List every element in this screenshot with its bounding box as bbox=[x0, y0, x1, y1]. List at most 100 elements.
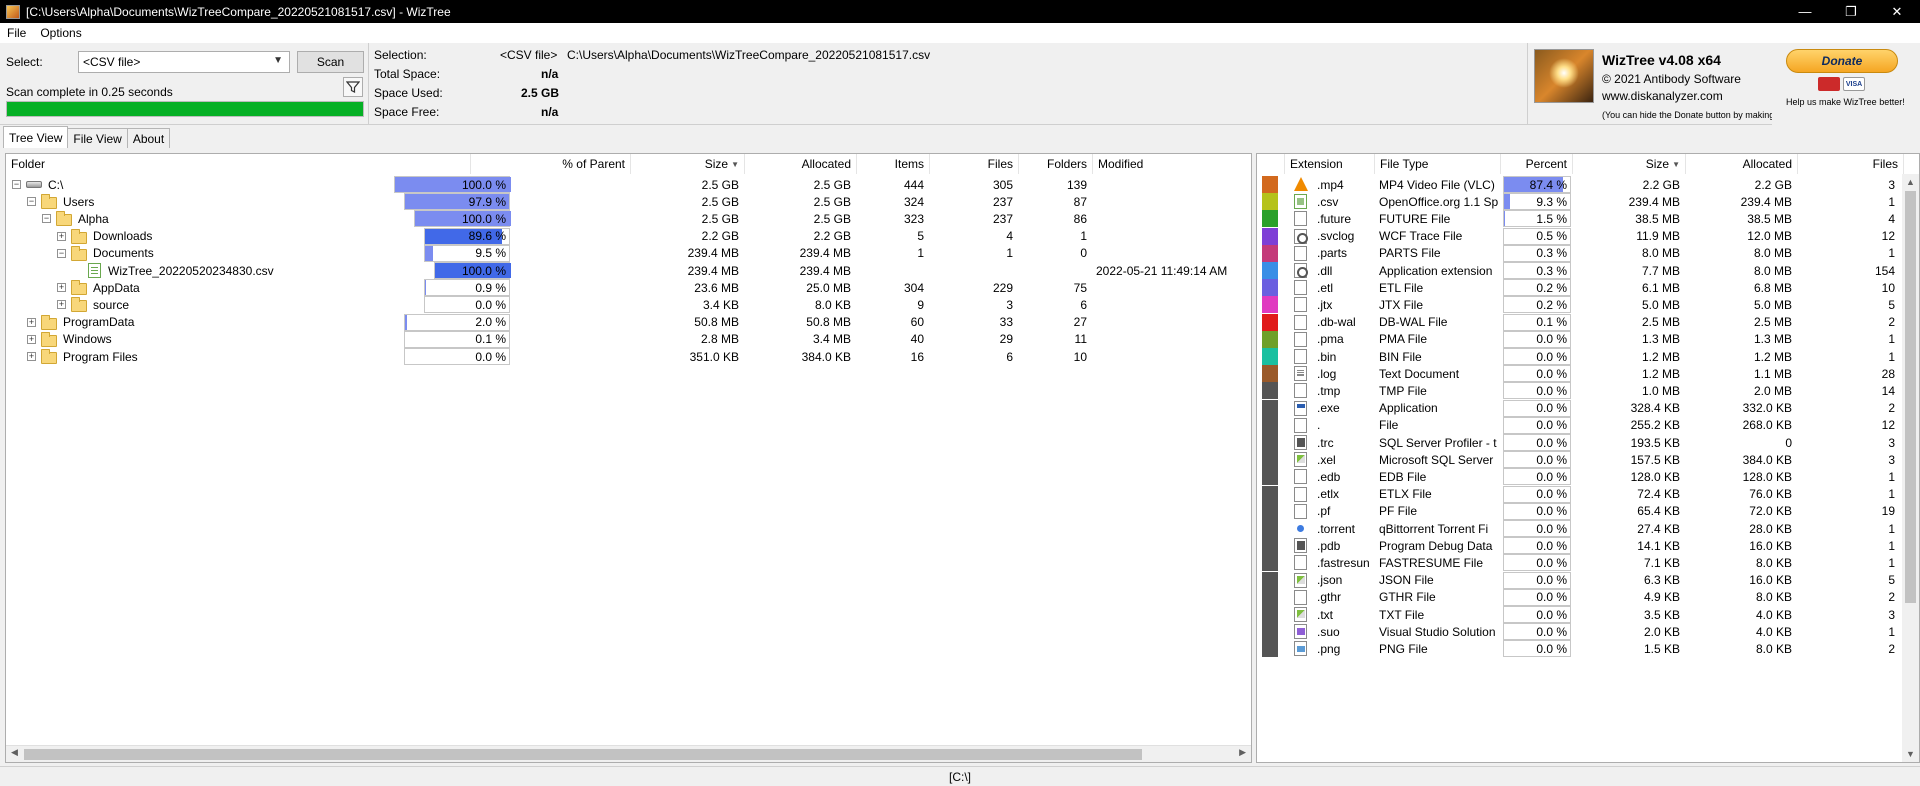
filter-button[interactable] bbox=[343, 77, 363, 97]
minimize-button[interactable]: — bbox=[1782, 0, 1828, 23]
extension-table: Extension File Type Percent Size ▼ Alloca… bbox=[1256, 153, 1920, 763]
scan-progress-fill bbox=[7, 102, 363, 116]
col-header-size[interactable]: Size ▼ bbox=[631, 154, 745, 174]
expand-icon[interactable]: + bbox=[57, 300, 66, 310]
extension-percent: 0.0 % bbox=[1536, 624, 1567, 639]
collapse-icon[interactable]: − bbox=[57, 248, 66, 258]
horizontal-scrollbar[interactable]: ◀ ▶ bbox=[6, 745, 1251, 762]
percent-of-parent: 0.0 % bbox=[475, 297, 506, 312]
extension-percent: 0.0 % bbox=[1536, 555, 1567, 570]
total-space-value: n/a bbox=[541, 67, 559, 81]
col-header-percent[interactable]: Percent bbox=[1501, 154, 1573, 174]
percent-fill bbox=[1504, 211, 1505, 227]
percent-fill bbox=[405, 314, 407, 330]
col-header-modified[interactable]: Modified bbox=[1093, 154, 1251, 174]
col-header-size-label: Size bbox=[704, 157, 729, 171]
col-header-pct-parent[interactable]: % of Parent bbox=[471, 154, 631, 174]
collapse-icon[interactable]: − bbox=[12, 180, 21, 189]
website-link[interactable]: www.diskanalyzer.com bbox=[1602, 89, 1723, 103]
col-header-allocated[interactable]: Allocated bbox=[745, 154, 857, 174]
extension-percent: 9.3 % bbox=[1536, 194, 1567, 209]
maximize-button[interactable]: ❐ bbox=[1828, 0, 1874, 23]
visa-icon: VISA bbox=[1843, 77, 1865, 91]
select-label: Select: bbox=[6, 55, 43, 69]
expand-icon[interactable]: + bbox=[57, 283, 66, 293]
file-icon bbox=[1294, 503, 1307, 519]
drive-select-value: <CSV file> bbox=[83, 55, 141, 69]
col-header-ext-size[interactable]: Size ▼ bbox=[1573, 154, 1686, 174]
status-path: [C:\] bbox=[948, 769, 971, 784]
file-icon bbox=[1294, 417, 1307, 433]
col-header-folder[interactable]: Folder bbox=[6, 154, 471, 174]
extension-percent: 0.0 % bbox=[1536, 383, 1567, 398]
tab-tree-view[interactable]: Tree View bbox=[3, 126, 69, 148]
extension-percent: 0.0 % bbox=[1536, 469, 1567, 484]
selection-label: Selection: bbox=[374, 48, 427, 62]
vertical-scrollbar[interactable]: ▲ ▼ bbox=[1902, 174, 1919, 762]
percent-of-parent: 2.0 % bbox=[475, 315, 506, 330]
extension-percent: 87.4 % bbox=[1529, 177, 1567, 192]
file-icon bbox=[1294, 349, 1307, 364]
col-header-extension[interactable]: Extension bbox=[1285, 154, 1375, 174]
csv-icon bbox=[1294, 194, 1307, 210]
extension-row[interactable]: .png PNG File 0.0 % 1.5 KB 8.0 KB 2 bbox=[1257, 638, 1919, 659]
menu-options[interactable]: Options bbox=[33, 26, 88, 40]
col-header-ext-size-label: Size bbox=[1645, 157, 1670, 171]
scrollbar-thumb[interactable] bbox=[24, 749, 1142, 760]
scroll-up-icon[interactable]: ▲ bbox=[1906, 177, 1915, 187]
menu-file[interactable]: File bbox=[0, 26, 33, 40]
col-header-ext-allocated[interactable]: Allocated bbox=[1686, 154, 1798, 174]
scroll-down-icon[interactable]: ▼ bbox=[1906, 749, 1915, 759]
col-header-folders[interactable]: Folders bbox=[1019, 154, 1093, 174]
tab-file-view[interactable]: File View bbox=[67, 128, 128, 148]
tab-about[interactable]: About bbox=[126, 128, 171, 148]
col-header-items[interactable]: Items bbox=[857, 154, 930, 174]
extension-percent: 1.5 % bbox=[1536, 211, 1567, 226]
wiztree-logo-icon[interactable] bbox=[1534, 49, 1594, 103]
tree-row-size: 351.0 KB bbox=[689, 349, 739, 364]
percent-of-parent: 89.6 % bbox=[468, 229, 506, 244]
drive-select-dropdown[interactable]: <CSV file> ▼ bbox=[78, 51, 290, 73]
col-header-files[interactable]: Files bbox=[930, 154, 1019, 174]
expand-icon[interactable]: + bbox=[27, 352, 36, 361]
extension-percent: 0.0 % bbox=[1536, 349, 1567, 364]
percent-of-parent-bar: 0.0 % bbox=[404, 348, 510, 365]
vs-file-icon bbox=[1294, 624, 1307, 640]
file-icon bbox=[1294, 486, 1307, 502]
collapse-icon[interactable]: − bbox=[42, 214, 51, 224]
col-header-file-type[interactable]: File Type bbox=[1375, 154, 1501, 174]
extension-percent-bar: 0.0 % bbox=[1503, 640, 1571, 658]
extension-percent: 0.0 % bbox=[1536, 366, 1567, 381]
tree-row-allocated: 384.0 KB bbox=[801, 349, 851, 364]
donate-box: Donate VISA Help us make WizTree better! bbox=[1772, 43, 1920, 125]
product-name: WizTree v4.08 x64 bbox=[1602, 52, 1721, 68]
extension-percent: 0.0 % bbox=[1536, 521, 1567, 536]
scroll-right-icon[interactable]: ▶ bbox=[1239, 747, 1246, 758]
scrollbar-thumb[interactable] bbox=[1905, 191, 1916, 603]
scroll-left-icon[interactable]: ◀ bbox=[11, 747, 18, 758]
percent-fill bbox=[425, 280, 426, 296]
col-header-ext-files[interactable]: Files bbox=[1798, 154, 1904, 174]
extension-percent: 0.0 % bbox=[1536, 401, 1567, 416]
extension-percent: 0.5 % bbox=[1536, 229, 1567, 244]
tree-row-items: 16 bbox=[910, 349, 924, 364]
gear-file-icon bbox=[1294, 263, 1308, 278]
folder-icon bbox=[71, 228, 87, 244]
debug-file-icon bbox=[1294, 538, 1307, 554]
scan-button[interactable]: Scan bbox=[297, 51, 364, 73]
window-title: [C:\Users\Alpha\Documents\WizTreeCompare… bbox=[26, 4, 451, 19]
collapse-icon[interactable]: − bbox=[27, 197, 36, 207]
csv-file-icon bbox=[88, 263, 101, 278]
extension-percent: 0.2 % bbox=[1536, 280, 1567, 295]
percent-of-parent: 9.5 % bbox=[475, 246, 506, 261]
space-free-label: Space Free: bbox=[374, 105, 440, 119]
expand-icon[interactable]: + bbox=[27, 317, 36, 327]
gear-file-icon bbox=[1294, 228, 1308, 244]
close-button[interactable]: ✕ bbox=[1874, 0, 1920, 23]
expand-icon[interactable]: + bbox=[57, 231, 66, 241]
folder-icon bbox=[41, 331, 57, 347]
tree-row[interactable]: + Program Files 0.0 % 351.0 KB 384.0 KB 16 6 1… bbox=[6, 346, 1251, 367]
expand-icon[interactable]: + bbox=[27, 334, 36, 344]
donate-button[interactable]: Donate bbox=[1786, 49, 1898, 73]
file-icon bbox=[1294, 245, 1307, 261]
